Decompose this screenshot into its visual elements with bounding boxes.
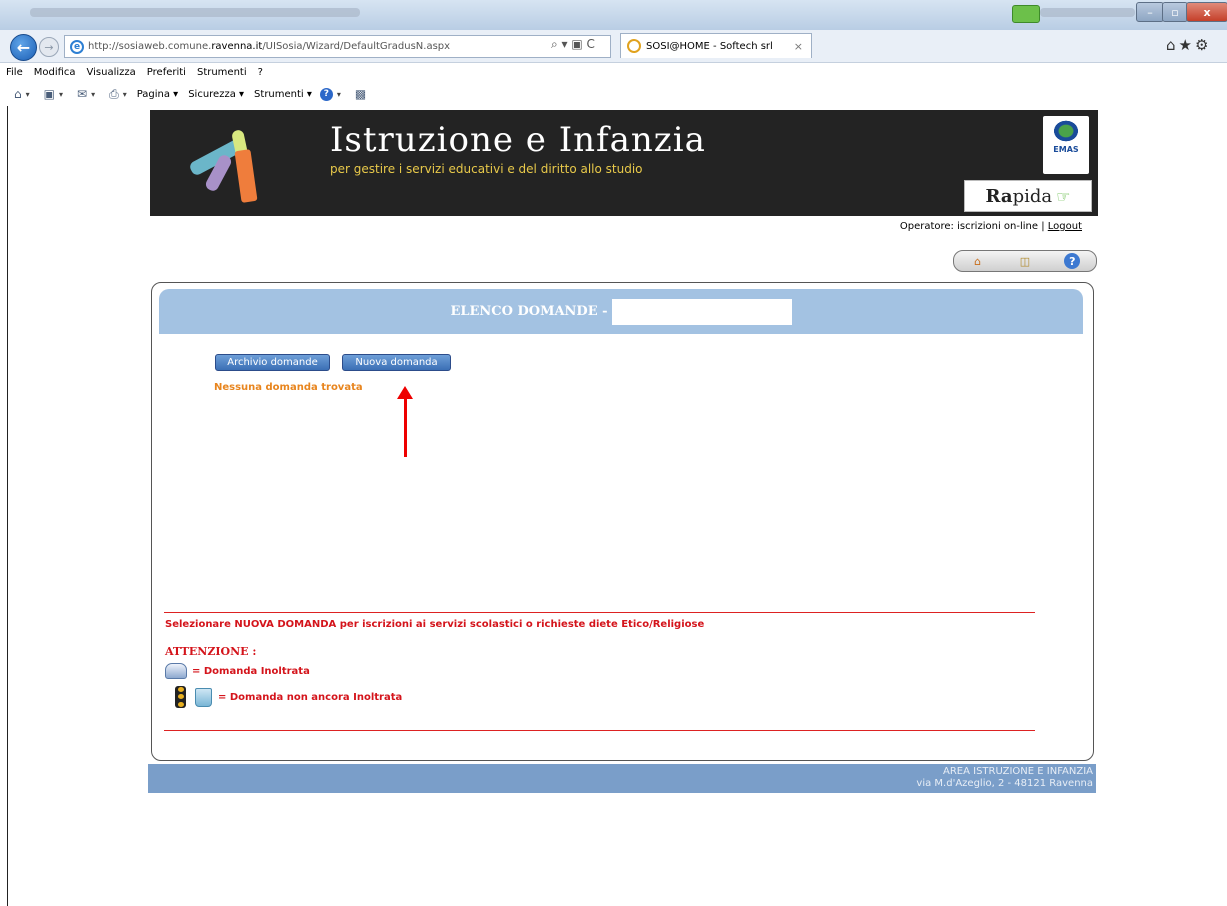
tab-favicon-icon [627, 39, 641, 53]
red-arrow-annotation [404, 397, 407, 457]
feeds-dropdown-icon[interactable]: ▾ [59, 90, 63, 99]
forward-arrow-icon[interactable]: → [39, 37, 59, 57]
recycle-bin-icon [195, 687, 212, 707]
mail-dropdown-icon[interactable]: ▾ [91, 90, 95, 99]
command-sicurezza[interactable]: Sicurezza ▾ [188, 89, 244, 100]
menu-visualizza[interactable]: Visualizza [87, 67, 136, 78]
menu-help[interactable]: ? [258, 67, 263, 78]
emas-emblem-icon [1052, 119, 1080, 143]
mail-icon[interactable]: ✉ [77, 87, 87, 101]
footer-department: AREA ISTRUZIONE E INFANZIA [943, 766, 1093, 777]
help-icon[interactable]: ? [319, 87, 333, 101]
logout-link[interactable]: Logout [1048, 221, 1082, 232]
command-bar: ⌂ ▾ ▣ ▾ ✉ ▾ ⎙ ▾ Pagina ▾ Sicurezza ▾ Strumen… [0, 82, 1227, 106]
rapida-rest: pida [1012, 185, 1053, 207]
command-strumenti[interactable]: Strumenti ▾ [254, 89, 312, 100]
window-title-blurred [30, 8, 360, 17]
divider [164, 730, 1035, 731]
menu-file[interactable]: File [6, 67, 23, 78]
operator-label: Operatore: iscrizioni on-line | [899, 221, 1048, 232]
redacted-name-box [611, 298, 792, 325]
ie-page-icon: e [70, 39, 84, 54]
address-tools-icons[interactable]: ⌕ ▾ ▣ C [551, 37, 595, 52]
emas-label: EMAS [1053, 145, 1079, 154]
archive-button[interactable]: Archivio domande [215, 354, 330, 371]
print-preview-icon[interactable]: ◫ [1017, 253, 1033, 269]
close-window-button[interactable]: x [1186, 2, 1227, 22]
help-dropdown-icon[interactable]: ▾ [337, 90, 341, 99]
empty-state-message: Nessuna domanda trovata [214, 382, 363, 393]
menu-strumenti[interactable]: Strumenti [197, 67, 247, 78]
traffic-light-icon [175, 686, 186, 708]
home-dropdown-icon[interactable]: ▾ [26, 90, 30, 99]
header-banner: Istruzione e Infanzia per gestire i serv… [150, 110, 1098, 216]
maximize-button[interactable]: ▫ [1162, 2, 1188, 22]
page-footer: AREA ISTRUZIONE E INFANZIA via M.d'Azegl… [148, 764, 1096, 793]
operator-info: Operatore: iscrizioni on-line | Logout [700, 221, 1082, 232]
divider [164, 612, 1035, 613]
address-url[interactable]: http://sosiaweb.comune.ravenna.it/UISosi… [88, 41, 450, 52]
home-icon[interactable]: ⌂ [970, 253, 986, 269]
site-subtitle: per gestire i servizi educativi e del di… [330, 162, 643, 176]
quick-nav-bar: ⌂ ◫ ? [953, 250, 1097, 272]
url-path: /UISosia/Wizard/DefaultGradusN.aspx [262, 41, 451, 52]
window-titlebar: – ▫ x [0, 0, 1227, 31]
command-pagina[interactable]: Pagina ▾ [137, 89, 179, 100]
site-title: Istruzione e Infanzia [330, 120, 706, 160]
rapida-logo: Rapida ☞ [964, 180, 1092, 212]
menu-bar: File Modifica Visualizza Preferiti Strum… [0, 63, 1227, 81]
taskbar-thumb-icon[interactable] [1012, 5, 1040, 23]
address-bar[interactable]: e http://sosiaweb.comune.ravenna.it/UISo… [64, 35, 611, 58]
legend-not-sent-label: = Domanda non ancora Inoltrata [218, 691, 403, 703]
tab-close-icon[interactable]: × [794, 40, 803, 53]
window-title-blurred-right [1040, 8, 1135, 17]
research-icon[interactable]: ▩ [355, 87, 366, 101]
url-prefix: http://sosiaweb.comune. [88, 41, 212, 52]
pointing-hand-icon: ☞ [1056, 186, 1071, 206]
menu-preferiti[interactable]: Preferiti [147, 67, 186, 78]
legend-not-sent: = Domanda non ancora Inoltrata [175, 686, 402, 708]
new-application-button[interactable]: Nuova domanda [342, 354, 451, 371]
attention-heading: ATTENZIONE : [165, 645, 257, 658]
footer-address: via M.d'Azeglio, 2 - 48121 Ravenna [916, 778, 1093, 789]
sent-document-icon [165, 663, 187, 679]
emas-logo: EMAS [1043, 116, 1089, 174]
url-domain: ravenna.it [211, 41, 263, 52]
tab-title: SOSI@HOME - Softech srl [646, 40, 773, 52]
rapida-wordmark: Rapida [986, 186, 1053, 207]
panel-header: ELENCO DOMANDE - [159, 289, 1083, 334]
menu-modifica[interactable]: Modifica [34, 67, 76, 78]
home-favorites-settings-icons[interactable]: ⌂★⚙ [1166, 36, 1211, 54]
minimize-button[interactable]: – [1136, 2, 1164, 22]
window-left-border [7, 106, 8, 906]
instruction-text: Selezionare NUOVA DOMANDA per iscrizioni… [165, 619, 705, 630]
print-icon[interactable]: ⎙ [109, 87, 119, 102]
legend-sent: = Domanda Inoltrata [165, 663, 310, 679]
print-dropdown-icon[interactable]: ▾ [123, 90, 127, 99]
help-icon[interactable]: ? [1064, 253, 1081, 269]
chalk-image [234, 149, 258, 203]
home-icon[interactable]: ⌂ [14, 87, 22, 101]
feeds-icon[interactable]: ▣ [44, 87, 55, 101]
legend-sent-label: = Domanda Inoltrata [192, 665, 310, 677]
back-arrow-icon[interactable]: ← [10, 34, 37, 61]
browser-tab[interactable]: SOSI@HOME - Softech srl × [620, 33, 812, 58]
rapida-bold: Ra [985, 185, 1013, 207]
panel-title: ELENCO DOMANDE - [450, 304, 608, 319]
